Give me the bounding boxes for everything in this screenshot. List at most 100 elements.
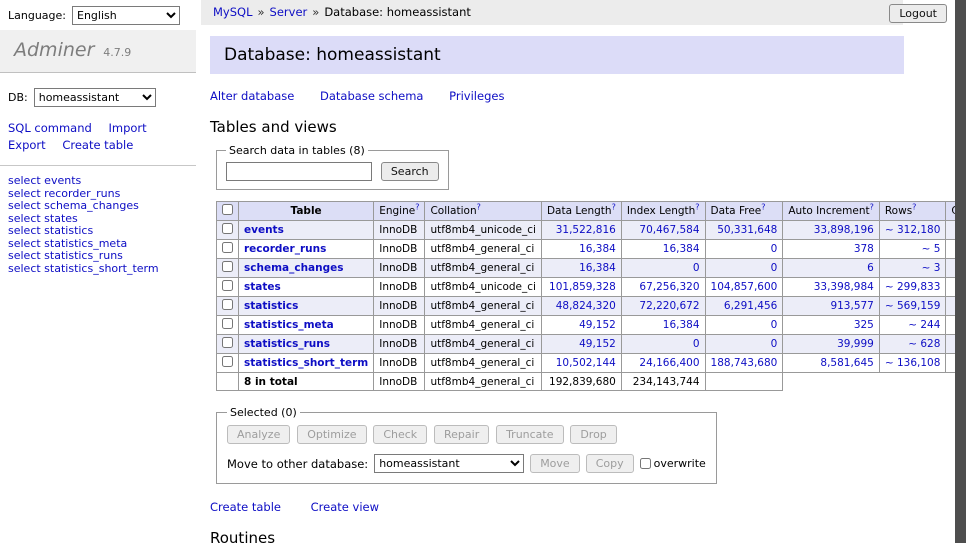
table-name-link[interactable]: statistics_runs xyxy=(244,338,330,350)
check-button[interactable]: Check xyxy=(373,425,427,444)
sidebar-create-table-link[interactable]: Create table xyxy=(62,138,133,152)
auto-increment-help-link[interactable]: ? xyxy=(870,203,874,212)
table-name-link[interactable]: events xyxy=(244,224,284,236)
copy-button[interactable]: Copy xyxy=(586,454,634,473)
rows-count-link[interactable]: ~ 3 xyxy=(922,262,941,274)
data-length-cell: 10,502,144 xyxy=(541,354,621,373)
overwrite-option[interactable]: overwrite xyxy=(640,457,706,470)
data-free-help-link[interactable]: ? xyxy=(761,203,765,212)
drop-button[interactable]: Drop xyxy=(570,425,616,444)
auto-increment-link[interactable]: 913,577 xyxy=(830,300,873,312)
index-length-link[interactable]: 67,256,320 xyxy=(639,281,699,293)
table-name-link[interactable]: recorder_runs xyxy=(244,243,326,255)
data-free-link[interactable]: 6,291,456 xyxy=(724,300,777,312)
rows-help-link[interactable]: ? xyxy=(912,203,916,212)
data-free-link[interactable]: 0 xyxy=(771,338,778,350)
row-checkbox[interactable] xyxy=(222,318,233,329)
rows-count-link[interactable]: ~ 312,180 xyxy=(885,224,941,236)
sql-command-link[interactable]: SQL command xyxy=(8,121,92,135)
database-schema-link[interactable]: Database schema xyxy=(320,89,423,103)
scrollbar[interactable] xyxy=(955,0,966,543)
data-length-link[interactable]: 49,152 xyxy=(579,319,616,331)
rows-count-link[interactable]: ~ 244 xyxy=(908,319,940,331)
data-free-link[interactable]: 104,857,600 xyxy=(711,281,778,293)
table-name-link[interactable]: statistics_short_term xyxy=(244,357,368,369)
alter-database-link[interactable]: Alter database xyxy=(210,89,294,103)
sidebar-select-events[interactable]: select events xyxy=(8,175,188,188)
rows-count-link[interactable]: ~ 299,833 xyxy=(885,281,941,293)
export-link[interactable]: Export xyxy=(8,138,46,152)
row-checkbox[interactable] xyxy=(222,242,233,253)
sidebar-select-statistics_short_term[interactable]: select statistics_short_term xyxy=(8,263,188,276)
row-checkbox[interactable] xyxy=(222,280,233,291)
row-checkbox[interactable] xyxy=(222,356,233,367)
auto-increment-link[interactable]: 6 xyxy=(867,262,874,274)
sidebar-select-statistics[interactable]: select statistics xyxy=(8,225,188,238)
breadcrumb-mysql-link[interactable]: MySQL xyxy=(213,5,253,19)
data-length-help-link[interactable]: ? xyxy=(612,203,616,212)
scrollbar-thumb[interactable] xyxy=(955,0,966,543)
auto-increment-link[interactable]: 8,581,645 xyxy=(820,357,873,369)
truncate-button[interactable]: Truncate xyxy=(496,425,563,444)
move-db-select[interactable]: homeassistant xyxy=(374,454,524,473)
collation-help-link[interactable]: ? xyxy=(477,203,481,212)
rows-count-link[interactable]: ~ 136,108 xyxy=(885,357,941,369)
auto-increment-link[interactable]: 378 xyxy=(854,243,874,255)
row-checkbox[interactable] xyxy=(222,337,233,348)
breadcrumb-server-link[interactable]: Server xyxy=(270,5,308,19)
data-length-link[interactable]: 16,384 xyxy=(579,262,616,274)
move-button[interactable]: Move xyxy=(530,454,580,473)
data-length-link[interactable]: 16,384 xyxy=(579,243,616,255)
data-length-link[interactable]: 101,859,328 xyxy=(549,281,616,293)
table-name-link[interactable]: schema_changes xyxy=(244,262,344,274)
engine-help-link[interactable]: ? xyxy=(415,203,419,212)
overwrite-checkbox[interactable] xyxy=(640,458,651,469)
row-checkbox[interactable] xyxy=(222,299,233,310)
index-length-link[interactable]: 16,384 xyxy=(663,243,700,255)
data-free-link[interactable]: 0 xyxy=(771,319,778,331)
data-length-link[interactable]: 49,152 xyxy=(579,338,616,350)
data-free-link[interactable]: 0 xyxy=(771,243,778,255)
index-length-link[interactable]: 16,384 xyxy=(663,319,700,331)
repair-button[interactable]: Repair xyxy=(434,425,489,444)
data-free-link[interactable]: 50,331,648 xyxy=(717,224,777,236)
index-length-link[interactable]: 72,220,672 xyxy=(639,300,699,312)
rows-count-link[interactable]: ~ 5 xyxy=(922,243,941,255)
data-length-cell: 16,384 xyxy=(541,240,621,259)
logout-button[interactable]: Logout xyxy=(889,4,947,23)
create-table-link[interactable]: Create table xyxy=(210,500,281,514)
auto-increment-link[interactable]: 325 xyxy=(854,319,874,331)
index-length-link[interactable]: 70,467,584 xyxy=(639,224,699,236)
db-select[interactable]: homeassistant xyxy=(34,88,156,107)
sidebar-select-schema_changes[interactable]: select schema_changes xyxy=(8,200,188,213)
auto-increment-link[interactable]: 33,898,196 xyxy=(814,224,874,236)
privileges-link[interactable]: Privileges xyxy=(449,89,504,103)
row-checkbox[interactable] xyxy=(222,223,233,234)
data-length-link[interactable]: 10,502,144 xyxy=(556,357,616,369)
row-checkbox[interactable] xyxy=(222,261,233,272)
create-view-link[interactable]: Create view xyxy=(311,500,379,514)
table-name-link[interactable]: statistics_meta xyxy=(244,319,334,331)
data-length-link[interactable]: 31,522,816 xyxy=(556,224,616,236)
index-length-link[interactable]: 24,166,400 xyxy=(639,357,699,369)
index-length-help-link[interactable]: ? xyxy=(695,203,699,212)
index-length-link[interactable]: 0 xyxy=(693,262,700,274)
data-free-link[interactable]: 188,743,680 xyxy=(711,357,778,369)
table-name-link[interactable]: statistics xyxy=(244,300,298,312)
search-button[interactable]: Search xyxy=(381,162,439,181)
language-select[interactable]: English xyxy=(72,6,180,25)
auto-increment-link[interactable]: 39,999 xyxy=(837,338,874,350)
index-length-link[interactable]: 0 xyxy=(693,338,700,350)
sidebar-select-statistics_runs[interactable]: select statistics_runs xyxy=(8,250,188,263)
data-free-link[interactable]: 0 xyxy=(771,262,778,274)
search-input[interactable] xyxy=(226,162,372,181)
table-name-link[interactable]: states xyxy=(244,281,281,293)
rows-count-link[interactable]: ~ 628 xyxy=(908,338,940,350)
rows-count-link[interactable]: ~ 569,159 xyxy=(885,300,941,312)
select-all-checkbox[interactable] xyxy=(222,204,233,215)
data-length-link[interactable]: 48,824,320 xyxy=(556,300,616,312)
analyze-button[interactable]: Analyze xyxy=(227,425,290,444)
auto-increment-link[interactable]: 33,398,984 xyxy=(814,281,874,293)
import-link[interactable]: Import xyxy=(108,121,146,135)
optimize-button[interactable]: Optimize xyxy=(297,425,366,444)
